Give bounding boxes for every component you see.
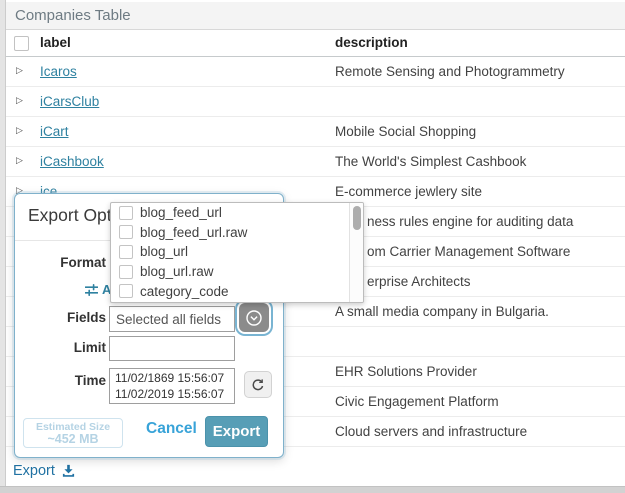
time-input[interactable] bbox=[109, 368, 235, 404]
option-label: blog_url bbox=[140, 244, 188, 259]
option-checkbox[interactable] bbox=[119, 225, 133, 239]
table-row: ▷ iCarsClub bbox=[6, 87, 625, 117]
table-row: ▷ iCashbook The World's Simplest Cashbook bbox=[6, 147, 625, 177]
table-row: ▷ Icaros Remote Sensing and Photogrammetry bbox=[6, 57, 625, 87]
column-header-label: label bbox=[40, 30, 71, 56]
fields-dropdown-button[interactable] bbox=[239, 303, 269, 332]
dropdown-options: blog_feed_url blog_feed_url.raw blog_urlbl… bbox=[111, 203, 363, 301]
app-window: Companies Table label description ▷ Icaro… bbox=[0, 0, 625, 493]
company-description: Mobile Social Shopping bbox=[335, 117, 476, 146]
select-all-checkbox[interactable] bbox=[14, 36, 29, 51]
time-label: Time bbox=[15, 373, 106, 388]
export-link[interactable]: Export bbox=[13, 463, 76, 479]
company-label-link[interactable]: iCashbook bbox=[40, 147, 104, 176]
company-description: om Carrier Management Software bbox=[367, 237, 570, 266]
dropdown-option[interactable]: category_code bbox=[111, 281, 363, 301]
expand-caret-icon[interactable]: ▷ bbox=[16, 87, 23, 116]
company-label-link[interactable]: Icaros bbox=[40, 57, 77, 86]
estimated-size-badge: Estimated Size ~452 MB bbox=[23, 418, 123, 448]
company-description: EHR Solutions Provider bbox=[335, 357, 477, 386]
table-header-row: label description bbox=[6, 30, 625, 57]
option-checkbox[interactable] bbox=[119, 284, 133, 298]
expand-caret-icon[interactable]: ▷ bbox=[16, 147, 23, 176]
option-label: blog_feed_url.raw bbox=[140, 225, 247, 240]
cancel-button[interactable]: Cancel bbox=[146, 420, 197, 438]
format-label: Format bbox=[15, 255, 106, 270]
table-row: ▷ iCart Mobile Social Shopping bbox=[6, 117, 625, 147]
option-checkbox[interactable] bbox=[119, 265, 133, 279]
limit-input[interactable] bbox=[109, 336, 235, 361]
estimated-size-value: ~452 MB bbox=[24, 433, 122, 446]
company-description: The World's Simplest Cashbook bbox=[335, 147, 526, 176]
sliders-icon bbox=[85, 284, 98, 296]
advanced-fields-link[interactable]: A bbox=[85, 282, 111, 297]
dropdown-option[interactable]: blog_url.raw bbox=[111, 262, 363, 282]
limit-label: Limit bbox=[15, 340, 106, 355]
option-label: category_code bbox=[140, 284, 229, 299]
refresh-icon bbox=[251, 378, 265, 392]
company-description: Remote Sensing and Photogrammetry bbox=[335, 57, 565, 86]
left-gutter bbox=[0, 0, 6, 493]
dropdown-option[interactable]: blog_feed_url bbox=[111, 203, 363, 223]
panel-title: Companies Table bbox=[6, 2, 625, 30]
fields-input[interactable] bbox=[109, 306, 235, 332]
company-description: Civic Engagement Platform bbox=[335, 387, 499, 416]
option-label: blog_url.raw bbox=[140, 264, 214, 279]
export-link-label: Export bbox=[13, 463, 55, 479]
column-header-description: description bbox=[335, 30, 408, 56]
dropdown-option[interactable]: blog_url bbox=[111, 242, 363, 262]
export-button[interactable]: Export bbox=[205, 416, 268, 447]
company-description: erprise Architects bbox=[367, 267, 471, 296]
company-label-link[interactable]: iCart bbox=[40, 117, 69, 146]
company-description: A small media company in Bulgaria. bbox=[335, 297, 549, 326]
time-refresh-button[interactable] bbox=[244, 371, 272, 398]
company-label-link[interactable]: iCarsClub bbox=[40, 87, 99, 116]
company-description: Cloud servers and infrastructure bbox=[335, 417, 527, 446]
option-checkbox[interactable] bbox=[119, 245, 133, 259]
dropdown-scrollbar-thumb[interactable] bbox=[353, 206, 361, 230]
bottom-bar bbox=[0, 486, 625, 493]
option-checkbox[interactable] bbox=[119, 206, 133, 220]
dropdown-scrollbar[interactable] bbox=[349, 203, 363, 302]
company-description: ness rules engine for auditing data bbox=[367, 207, 573, 236]
dropdown-option[interactable]: blog_feed_url.raw bbox=[111, 223, 363, 243]
expand-caret-icon[interactable]: ▷ bbox=[16, 117, 23, 146]
chevron-down-circle-icon bbox=[245, 309, 263, 327]
expand-caret-icon[interactable]: ▷ bbox=[16, 57, 23, 86]
download-icon bbox=[61, 464, 76, 478]
fields-label: Fields bbox=[15, 310, 106, 325]
option-label: blog_feed_url bbox=[140, 205, 222, 220]
fields-dropdown-list: blog_feed_url blog_feed_url.raw blog_urlbl… bbox=[110, 202, 364, 303]
